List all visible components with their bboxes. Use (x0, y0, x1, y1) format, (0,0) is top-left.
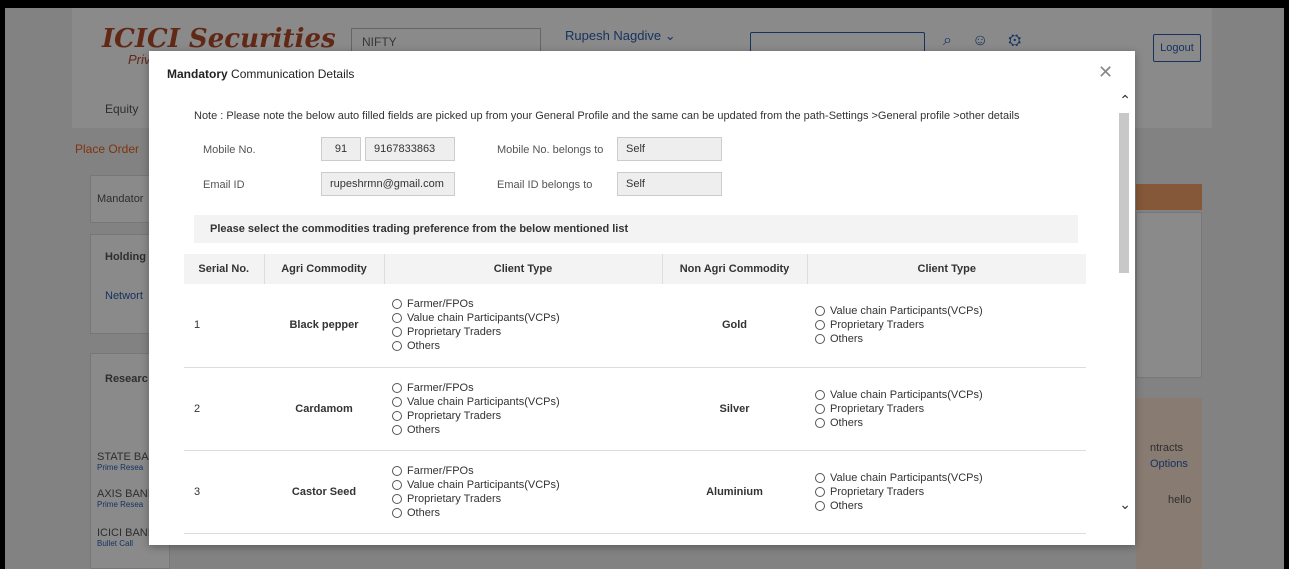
email-field: rupeshrmn@gmail.com (321, 172, 455, 196)
radio-icon[interactable] (815, 334, 825, 345)
radio-icon[interactable] (392, 313, 402, 324)
radio-option[interactable]: Proprietary Traders (815, 485, 1086, 499)
radio-option[interactable]: Others (392, 339, 662, 353)
radio-option[interactable]: Proprietary Traders (392, 492, 662, 506)
email-belongs-field: Self (617, 172, 722, 196)
agri-client-type-cell: Farmer/FPOs Value chain Participants(VCP… (384, 284, 662, 368)
radio-icon[interactable] (815, 389, 825, 400)
mandatory-communication-modal: Mandatory Communication Details Note : P… (149, 51, 1135, 545)
commodity-table: Serial No. Agri Commodity Client Type No… (184, 254, 1086, 534)
agri-commodity-cell: Black pepper (264, 284, 384, 368)
radio-option[interactable]: Others (815, 499, 1086, 513)
mobile-belongs-field: Self (617, 137, 722, 161)
preference-heading: Please select the commodities trading pr… (194, 215, 1078, 243)
agri-client-type-cell: Farmer/FPOs Value chain Participants(VCP… (384, 450, 662, 534)
radio-icon[interactable] (815, 472, 825, 483)
email-label: Email ID (203, 179, 245, 191)
radio-icon[interactable] (815, 306, 825, 317)
radio-option[interactable]: Value chain Participants(VCPs) (392, 311, 662, 325)
column-header: Client Type (384, 254, 663, 284)
mobile-belongs-label: Mobile No. belongs to (497, 144, 604, 156)
radio-icon[interactable] (392, 327, 402, 338)
column-header: Serial No. (184, 254, 265, 284)
radio-option[interactable]: Value chain Participants(VCPs) (392, 478, 662, 492)
radio-option[interactable]: Proprietary Traders (392, 325, 662, 339)
modal-title: Mandatory Communication Details (167, 67, 355, 81)
serial-cell: 3 (184, 450, 264, 534)
radio-option[interactable]: Value chain Participants(VCPs) (815, 471, 1086, 485)
table-row: 3 Castor Seed Farmer/FPOs Value chain Pa… (184, 450, 1086, 534)
radio-icon[interactable] (392, 382, 402, 393)
modal-scrollbar[interactable] (1119, 113, 1129, 273)
nonagri-commodity-cell: Gold (662, 284, 807, 368)
radio-option[interactable]: Others (392, 423, 662, 437)
radio-icon[interactable] (392, 465, 402, 476)
column-header: Client Type (807, 254, 1086, 284)
nonagri-commodity-cell: Silver (662, 367, 807, 451)
radio-icon[interactable] (392, 507, 402, 518)
radio-icon[interactable] (392, 424, 402, 435)
column-header: Non Agri Commodity (662, 254, 808, 284)
radio-option[interactable]: Farmer/FPOs (392, 464, 662, 478)
radio-option[interactable]: Value chain Participants(VCPs) (815, 304, 1086, 318)
mobile-number-field: 9167833863 (365, 137, 455, 161)
agri-commodity-cell: Cardamom (264, 367, 384, 451)
radio-icon[interactable] (392, 410, 402, 421)
chevron-down-icon[interactable]: ⌄ (1119, 497, 1131, 513)
radio-icon[interactable] (392, 396, 402, 407)
column-header: Agri Commodity (264, 254, 385, 284)
radio-option[interactable]: Farmer/FPOs (392, 381, 662, 395)
radio-icon[interactable] (815, 320, 825, 331)
radio-icon[interactable] (815, 486, 825, 497)
radio-option[interactable]: Value chain Participants(VCPs) (392, 395, 662, 409)
nonagri-client-type-cell: Value chain Participants(VCPs) Proprieta… (807, 284, 1086, 368)
mobile-label: Mobile No. (203, 144, 256, 156)
table-row: 2 Cardamom Farmer/FPOs Value chain Parti… (184, 367, 1086, 451)
radio-option[interactable]: Others (392, 506, 662, 520)
nonagri-client-type-cell: Value chain Participants(VCPs) Proprieta… (807, 367, 1086, 451)
radio-option[interactable]: Others (815, 332, 1086, 346)
profile-note: Note : Please note the below auto filled… (194, 110, 1020, 122)
radio-icon[interactable] (392, 493, 402, 504)
chevron-up-icon[interactable]: ⌃ (1119, 93, 1131, 109)
email-belongs-label: Email ID belongs to (497, 179, 593, 191)
table-row: 1 Black pepper Farmer/FPOs Value chain P… (184, 284, 1086, 368)
nonagri-commodity-cell: Aluminium (662, 450, 807, 534)
radio-option[interactable]: Proprietary Traders (815, 402, 1086, 416)
serial-cell: 1 (184, 284, 264, 368)
radio-option[interactable]: Value chain Participants(VCPs) (815, 388, 1086, 402)
radio-icon[interactable] (392, 341, 402, 352)
radio-option[interactable]: Farmer/FPOs (392, 297, 662, 311)
radio-icon[interactable] (815, 500, 825, 511)
serial-cell: 2 (184, 367, 264, 451)
radio-option[interactable]: Proprietary Traders (392, 409, 662, 423)
radio-icon[interactable] (392, 479, 402, 490)
nonagri-client-type-cell: Value chain Participants(VCPs) Proprieta… (807, 450, 1086, 534)
agri-commodity-cell: Castor Seed (264, 450, 384, 534)
radio-option[interactable]: Proprietary Traders (815, 318, 1086, 332)
radio-icon[interactable] (815, 417, 825, 428)
radio-option[interactable]: Others (815, 416, 1086, 430)
agri-client-type-cell: Farmer/FPOs Value chain Participants(VCP… (384, 367, 662, 451)
radio-icon[interactable] (815, 403, 825, 414)
mobile-code-field: 91 (321, 137, 361, 161)
radio-icon[interactable] (392, 299, 402, 310)
close-icon[interactable]: ✕ (1098, 62, 1113, 83)
